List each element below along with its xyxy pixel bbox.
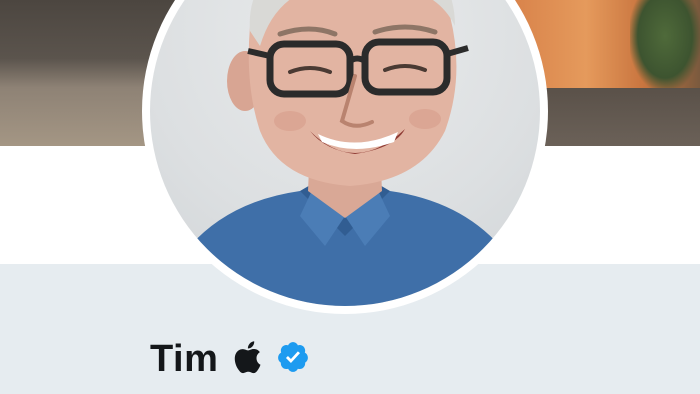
profile-display-name: Tim [150, 337, 219, 380]
avatar-portrait-illustration [180, 0, 510, 306]
apple-logo-icon [232, 339, 262, 380]
avatar[interactable] [150, 0, 540, 306]
verified-badge-icon[interactable] [276, 340, 310, 379]
banner-tree-region [630, 0, 700, 90]
profile-name-row: Tim [150, 336, 310, 382]
